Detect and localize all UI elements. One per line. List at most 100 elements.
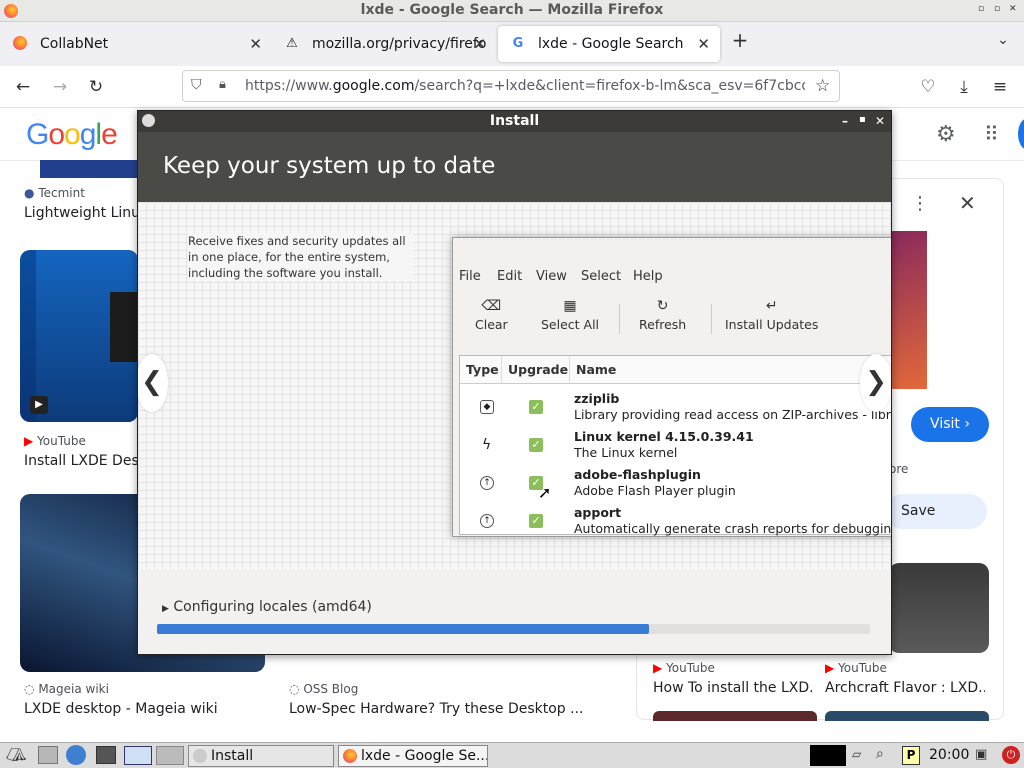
slide-description: Receive fixes and security updates all i… (188, 233, 413, 281)
result-source: ● Tecmint (24, 186, 85, 200)
updates-table: Type Upgrade Name ◆ ✓ zziplib Library pr… (459, 355, 891, 536)
back-icon[interactable]: ← (10, 74, 36, 100)
close-icon[interactable]: ✕ (875, 111, 885, 131)
package-description: Library providing read access on ZIP-arc… (574, 407, 891, 422)
tab-label: mozilla.org/privacy/firefo (312, 36, 487, 52)
tab-mozilla-privacy[interactable]: ⚠ mozilla.org/privacy/firefo ✕ (272, 26, 496, 62)
minimize-icon[interactable]: – (842, 111, 848, 131)
result-title[interactable]: Archcraft Flavor : LXD... (825, 680, 985, 696)
downloads-icon[interactable]: ⤓ (951, 74, 977, 100)
dialog-titlebar: Install – ▪ ✕ (138, 111, 891, 132)
tab-collabnet[interactable]: CollabNet ✕ (0, 26, 272, 62)
url-bar[interactable]: ⛉ 🔒︎ https://www.google.com/search?q=+lx… (182, 70, 840, 102)
tab-google-search[interactable]: G lxde - Google Search ✕ (498, 26, 720, 62)
save-button[interactable]: Save (885, 494, 987, 529)
package-name: Linux kernel 4.15.0.39.41 (574, 429, 754, 444)
avatar[interactable] (1018, 118, 1024, 150)
lock-icon[interactable]: 🔒︎ (219, 77, 226, 92)
column-header-name: Name (570, 356, 891, 384)
bookmark-star-icon[interactable]: ☆ (815, 76, 830, 96)
file-manager-icon[interactable] (38, 746, 58, 764)
shield-icon: ◆ (480, 400, 494, 414)
dialog-title: Install (489, 113, 540, 129)
close-tab-icon[interactable]: ✕ (473, 26, 486, 62)
network-icon[interactable]: ▱ (852, 747, 861, 761)
more-options-icon[interactable]: ⋮ (911, 193, 929, 214)
slide-heading: Keep your system up to date (163, 153, 496, 179)
previous-slide-button[interactable]: ❮ (138, 354, 168, 412)
column-header-upgrade: Upgrade (502, 356, 570, 384)
result-title[interactable]: Low-Spec Hardware? Try these Desktop ... (289, 701, 589, 717)
result-title[interactable]: Install LXDE Desk (24, 453, 137, 469)
dialog-header: Keep your system up to date (138, 132, 891, 202)
pocket-icon[interactable]: ♡ (915, 74, 941, 100)
result-source: ▶ YouTube (24, 434, 86, 448)
update-manager-screenshot: File Edit View Select Help ⌫ Clear ▦ Selec… (452, 237, 891, 537)
result-thumbnail[interactable] (889, 563, 989, 653)
url-text[interactable]: https://www.google.com/search?q=+lxde&cl… (245, 78, 805, 94)
install-dialog: Install – ▪ ✕ Keep your system up to dat… (137, 110, 892, 655)
mouse-cursor-icon: ➚ (538, 483, 552, 502)
preview-image[interactable] (891, 231, 927, 389)
reload-icon[interactable]: ↻ (83, 74, 109, 100)
clock[interactable]: 20:00 (929, 747, 969, 763)
toolbar-clear: ⌫ Clear (475, 298, 508, 332)
window-title: lxde - Google Search — Mozilla Firefox (360, 2, 664, 18)
install-task-icon (193, 749, 207, 763)
result-thumbnail[interactable] (653, 711, 817, 721)
screen-lock-icon[interactable]: ▣ (975, 747, 987, 762)
logout-icon[interactable]: ⏻ (1002, 746, 1020, 764)
menu-file: File (459, 269, 481, 284)
result-title[interactable]: LXDE desktop - Mageia wiki (24, 701, 264, 717)
install-progress-bar (157, 624, 870, 634)
menu-select: Select (581, 269, 622, 284)
maximize-icon[interactable]: ▪ (859, 110, 866, 130)
close-icon[interactable]: ✕ (1009, 4, 1017, 14)
close-tab-icon[interactable]: ✕ (249, 26, 262, 62)
maximize-icon[interactable]: ▫ (994, 4, 1000, 14)
close-preview-icon[interactable]: ✕ (959, 191, 976, 215)
window-menu-icon[interactable] (142, 114, 155, 127)
next-slide-button[interactable]: ❯ (860, 354, 891, 412)
result-thumbnail[interactable] (40, 160, 138, 178)
upgrade-checkbox: ✓ (529, 438, 543, 452)
close-tab-icon[interactable]: ✕ (697, 26, 710, 62)
progress-fill (157, 624, 649, 634)
google-logo[interactable]: Google (26, 118, 118, 152)
cpu-monitor (810, 745, 846, 766)
result-title[interactable]: Lightweight Linux (24, 205, 137, 221)
desktop-pager[interactable] (156, 746, 184, 765)
status-expander[interactable]: ▶ Configuring locales (amd64) (162, 599, 372, 615)
forward-icon[interactable]: → (47, 74, 73, 100)
result-thumbnail[interactable] (825, 711, 989, 721)
task-firefox[interactable]: lxde - Google Se... (338, 745, 488, 767)
upgrade-checkbox: ✓ (529, 514, 543, 528)
menu-icon[interactable]: ≡ (987, 74, 1013, 100)
package-name: adobe-flashplugin (574, 467, 701, 482)
list-tabs-icon[interactable]: ⌄ (990, 27, 1016, 53)
settings-gear-icon[interactable]: ⚙ (936, 122, 956, 147)
clipboard-icon[interactable]: P (902, 746, 920, 765)
terminal-icon[interactable] (96, 746, 116, 764)
desktop-pager-active[interactable] (124, 746, 152, 765)
lightning-icon: ϟ (482, 437, 492, 453)
minimize-icon[interactable]: ▫ (978, 4, 984, 14)
new-tab-icon[interactable]: + (727, 27, 753, 53)
search-icon[interactable]: ⌕ (876, 746, 884, 762)
result-title[interactable]: How To install the LXD... (653, 680, 813, 696)
up-arrow-icon: ↑ (480, 476, 494, 490)
apps-grid-icon[interactable]: ⠿ (984, 122, 999, 146)
browser-icon[interactable] (66, 745, 86, 765)
visit-button[interactable]: Visit › (911, 407, 989, 442)
start-menu-icon[interactable]: ⛺︎ (6, 745, 26, 764)
result-source: ▶ YouTube (825, 661, 887, 675)
column-header-type: Type (460, 356, 502, 384)
tab-label: lxde - Google Search (538, 36, 684, 52)
menu-view: View (536, 269, 567, 284)
result-thumbnail[interactable]: ▶ (20, 250, 138, 422)
result-source: ◌ Mageia wiki (24, 682, 109, 696)
tab-bar: CollabNet ✕ ⚠ mozilla.org/privacy/firefo… (0, 22, 1024, 66)
shield-icon[interactable]: ⛉ (191, 77, 202, 93)
toolbar-install-updates: ↵ Install Updates (725, 298, 819, 332)
task-install[interactable]: Install (188, 745, 334, 767)
